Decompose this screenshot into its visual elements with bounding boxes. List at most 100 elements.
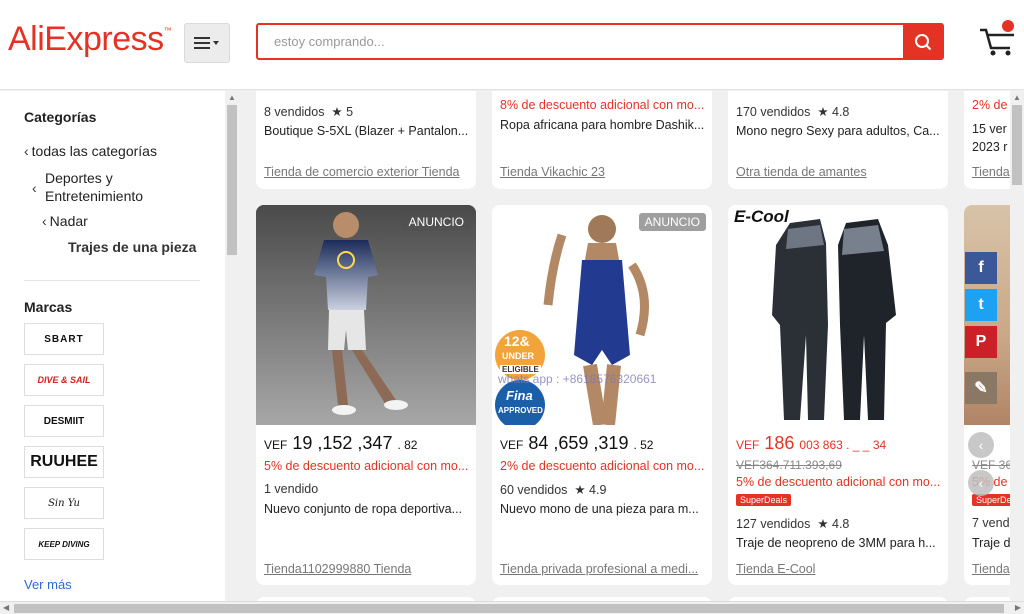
product-grid: 8 vendidos ★ 5 Boutique S-5XL (Blazer + … [239, 91, 1011, 601]
scroll-up-arrow-icon[interactable]: ▲ [1013, 93, 1021, 102]
menu-button[interactable] [184, 23, 230, 63]
search-input[interactable] [258, 25, 903, 58]
superdeals-badge: SuperDeals [736, 494, 792, 506]
carousel-prev-button[interactable]: ‹ [968, 432, 994, 458]
sidebar-scrollbar[interactable]: ▲ [225, 91, 239, 601]
product-image[interactable]: ANUNCIO [256, 205, 476, 425]
brand-logo-dive-sail[interactable]: DIVE & SAIL [24, 364, 104, 396]
approved-label: APPROVED [498, 406, 543, 415]
sold-count: 7 vend [972, 516, 1010, 530]
discount-text: 5% de descuento adicional con mo... [736, 475, 941, 489]
store-link[interactable]: Tienda de comercio exterior Tienda [264, 165, 474, 179]
person-sportswear-image [256, 205, 476, 425]
sold-count: 60 vendidos ★ 4.9 [500, 483, 607, 497]
sidebar: Categorías ‹ todas las categorías ‹ Depor… [0, 91, 225, 601]
horizontal-scrollbar[interactable]: ◀ ▶ [0, 601, 1024, 614]
store-link[interactable]: Tienda E-Cool [736, 562, 946, 576]
brands-title: Marcas [24, 299, 73, 315]
page-scrollbar[interactable]: ▲ [1010, 91, 1024, 601]
category-link-swim[interactable]: ‹ Nadar [42, 213, 88, 229]
price: VEF 186 003 863 . _ _ 34 [736, 433, 887, 453]
see-more-link[interactable]: Ver más [24, 577, 72, 592]
product-title: Mono negro Sexy para adultos, Ca... [736, 124, 940, 138]
scroll-right-arrow-icon[interactable]: ▶ [1015, 603, 1021, 612]
divider [24, 280, 200, 281]
cart-icon[interactable] [978, 18, 1018, 58]
category-label: Entretenimiento [45, 188, 144, 204]
category-label: Deportes y [45, 170, 113, 186]
product-card[interactable]: 8 vendidos ★ 5 Boutique S-5XL (Blazer + … [256, 91, 476, 189]
scrollbar-thumb[interactable] [227, 105, 237, 255]
chevron-left-icon: ‹ [978, 437, 984, 453]
product-image[interactable]: E-Cool [728, 205, 948, 425]
chevron-left-icon: ‹ [42, 213, 47, 229]
sold-count: 1 vendido [264, 482, 319, 496]
fina-label: Fina [506, 388, 533, 403]
twitter-share-icon[interactable]: t [965, 289, 997, 321]
scroll-up-arrow-icon[interactable]: ▲ [228, 93, 236, 102]
scrollbar-thumb[interactable] [1012, 105, 1022, 185]
store-link[interactable]: Tienda1102999880 Tienda [264, 562, 474, 576]
wetsuit-image [728, 205, 948, 425]
product-title: Nuevo conjunto de ropa deportiva... [264, 502, 463, 516]
store-link[interactable]: Tienda [972, 562, 1011, 576]
ad-badge: ANUNCIO [638, 213, 706, 231]
product-card[interactable]: 8% de descuento adicional con mo... Ropa… [492, 91, 712, 189]
store-link[interactable]: Tienda privada profesional a medi... [500, 562, 710, 576]
carousel-next-button[interactable]: ‹ [968, 470, 994, 496]
brand-logo-sbart[interactable]: SBART [24, 323, 104, 355]
product-card[interactable]: 170 vendidos ★ 4.8 Mono negro Sexy para … [728, 91, 948, 189]
discount-text: 5% de descuento adicional con mo... [264, 459, 469, 473]
product-card[interactable]: 12& UNDER ELIGIBLE Fina APPROVED whats a… [492, 205, 712, 585]
brand-logo-sinyu[interactable]: Sin Yu [24, 487, 104, 519]
under-label: UNDER [502, 351, 535, 361]
sold-count: 8 vendidos ★ 5 [264, 105, 354, 119]
pinterest-share-icon[interactable]: P [965, 326, 997, 358]
scroll-left-arrow-icon[interactable]: ◀ [3, 603, 9, 612]
search-button[interactable] [903, 25, 942, 58]
brand-logo-keep-diving[interactable]: KEEP DIVING [24, 528, 104, 560]
brand-logo-ruuhee[interactable]: RUUHEE [24, 446, 104, 478]
store-link[interactable]: Tienda Vikachic 23 [500, 165, 710, 179]
ecool-brand-logo: E-Cool [734, 207, 789, 226]
discount-text: 8% de descuento adicional con mo... [500, 98, 705, 112]
product-title: Traje d [972, 536, 1011, 550]
search-icon [914, 33, 931, 50]
price: VEF 19 ,152 ,347 . 82 [264, 433, 418, 453]
edit-icon[interactable]: ✎ [965, 372, 997, 404]
product-title: 15 ver [972, 122, 1007, 136]
product-card[interactable]: E-Cool VEF 186 003 863 . _ _ 34 VEF364.7… [728, 205, 948, 585]
aliexpress-logo[interactable]: AliExpress™ [8, 20, 172, 59]
header: AliExpress™ [0, 0, 1024, 90]
facebook-share-icon[interactable]: f [965, 252, 997, 284]
watermark-text: whats app : +8618576320661 [498, 372, 657, 386]
product-card[interactable]: 2% de 15 ver 2023 r Tienda [964, 91, 1011, 189]
category-link-all[interactable]: ‹ todas las categorías [24, 143, 157, 159]
product-title: Ropa africana para hombre Dashik... [500, 118, 705, 132]
chevron-left-icon: ‹ [24, 143, 29, 159]
categories-title: Categorías [24, 109, 97, 125]
under12-label: 12& [504, 333, 530, 349]
product-title: 2023 r [972, 140, 1008, 154]
product-title: Boutique S-5XL (Blazer + Pantalon... [264, 124, 469, 138]
store-link[interactable]: Otra tienda de amantes [736, 165, 946, 179]
discount-text: 2% de [972, 98, 1008, 112]
discount-text: 2% de descuento adicional con mo... [500, 459, 705, 473]
product-title: Traje de neopreno de 3MM para h... [736, 536, 936, 550]
brand-logo-desmiit[interactable]: DESMIIT [24, 405, 104, 437]
old-price: VEF364.711.393,69 [736, 458, 842, 472]
product-image[interactable]: 12& UNDER ELIGIBLE Fina APPROVED whats a… [492, 205, 712, 430]
ad-badge: ANUNCIO [402, 213, 470, 231]
hamburger-icon [194, 37, 219, 49]
sold-count: 170 vendidos ★ 4.8 [736, 105, 850, 119]
product-title: Nuevo mono de una pieza para m... [500, 502, 699, 516]
search-bar [256, 23, 944, 60]
category-current: Trajes de una pieza [68, 239, 197, 255]
scrollbar-thumb[interactable] [14, 604, 1004, 613]
sold-count: 127 vendidos ★ 4.8 [736, 517, 850, 531]
chevron-left-icon: ‹ [978, 475, 984, 491]
store-link[interactable]: Tienda [972, 165, 1011, 179]
product-card[interactable]: ANUNCIO VEF 19 ,152 ,347 . 82 5% de desc… [256, 205, 476, 585]
chevron-left-icon: ‹ [32, 180, 37, 196]
category-link-sports[interactable]: ‹ Deportes y Entretenimiento [32, 169, 184, 205]
